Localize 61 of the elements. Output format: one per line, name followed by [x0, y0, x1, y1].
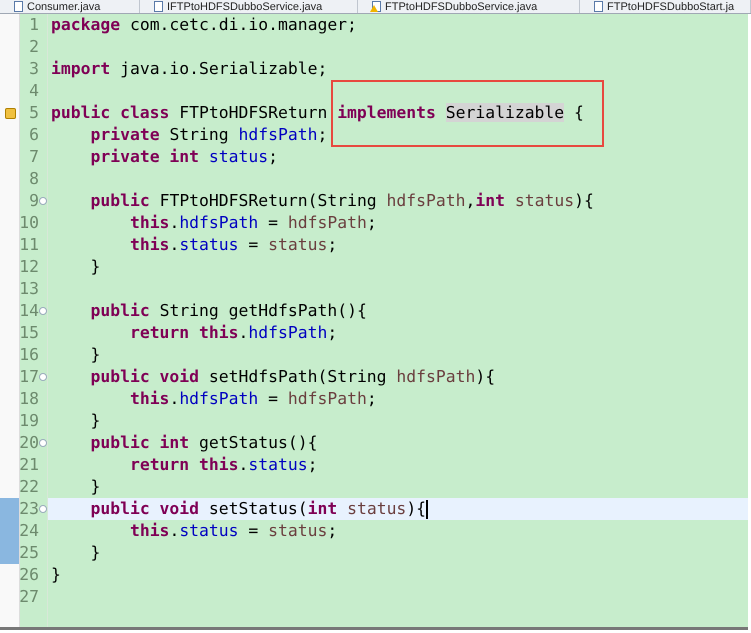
code-line: this.status = status; — [128, 520, 338, 542]
line-number: 4 — [29, 80, 39, 102]
line-number: 3 — [29, 58, 39, 80]
line-number: 26 — [19, 564, 39, 586]
line-number: 24 — [19, 520, 39, 542]
line-number: 22 — [19, 476, 39, 498]
code-line: import java.io.Serializable; — [51, 58, 328, 80]
line-number: 15 — [19, 322, 39, 344]
line-number: 11 — [19, 234, 39, 256]
editor-tab[interactable]: IFTPtoHDFSDubboService.java — [140, 0, 358, 13]
code-line: this.hdfsPath = hdfsPath; — [128, 388, 377, 410]
editor-tab[interactable]: FTPtoHDFSDubboStart.ja — [580, 0, 751, 13]
editor-tab[interactable]: Consumer.java — [0, 0, 140, 13]
code-line: return this.hdfsPath; — [128, 322, 338, 344]
line-number: 19 — [19, 410, 39, 432]
java-file-icon — [154, 1, 163, 12]
line-number: 7 — [29, 146, 39, 168]
code-line: } — [51, 564, 61, 586]
code-line: } — [89, 476, 100, 498]
line-number: 20 — [19, 432, 39, 454]
code-line: public int getStatus(){ — [89, 432, 318, 454]
code-line: package com.cetc.di.io.manager; — [51, 14, 357, 36]
fold-icon[interactable] — [39, 197, 47, 205]
code-line: public class FTPtoHDFSReturn implements Serializable { — [51, 102, 584, 124]
line-number: 12 — [19, 256, 39, 278]
line-number: 18 — [19, 388, 39, 410]
code-line: private int status; — [89, 146, 278, 168]
line-number: 1 — [29, 14, 39, 36]
line-number: 2 — [29, 36, 39, 58]
fold-icon[interactable] — [39, 505, 47, 513]
line-number: 17 — [19, 366, 39, 388]
fold-icon[interactable] — [39, 373, 47, 381]
line-number: 9 — [29, 190, 39, 212]
code-line: } — [89, 542, 100, 564]
line-number: 8 — [29, 168, 39, 190]
line-number: 10 — [19, 212, 39, 234]
java-file-icon — [594, 1, 603, 12]
fold-icon[interactable] — [39, 307, 47, 315]
fold-icon[interactable] — [39, 439, 47, 447]
line-number: 21 — [19, 454, 39, 476]
code-line: this.hdfsPath = hdfsPath; — [128, 212, 377, 234]
line-number: 6 — [29, 124, 39, 146]
code-line: } — [89, 344, 100, 366]
code-line: this.status = status; — [128, 234, 338, 256]
code-line: public void setStatus(int status){ — [89, 498, 426, 520]
text-cursor — [426, 500, 428, 518]
line-number: 25 — [19, 542, 39, 564]
code-line: } — [89, 256, 100, 278]
line-number: 14 — [19, 300, 39, 322]
code-line: public String getHdfsPath(){ — [89, 300, 367, 322]
line-number: 16 — [19, 344, 39, 366]
code-line: } — [89, 410, 100, 432]
line-number: 27 — [19, 586, 39, 608]
line-number: 13 — [19, 278, 39, 300]
code-line: public FTPtoHDFSReturn(String hdfsPath,int status){ — [89, 190, 594, 212]
java-file-icon — [14, 1, 23, 12]
code-line: private String hdfsPath; — [89, 124, 328, 146]
code-line: return this.status; — [128, 454, 318, 476]
line-number: 23 — [19, 498, 39, 520]
line-number: 5 — [29, 102, 39, 124]
code-line: public void setHdfsPath(String hdfsPath){ — [89, 366, 496, 388]
